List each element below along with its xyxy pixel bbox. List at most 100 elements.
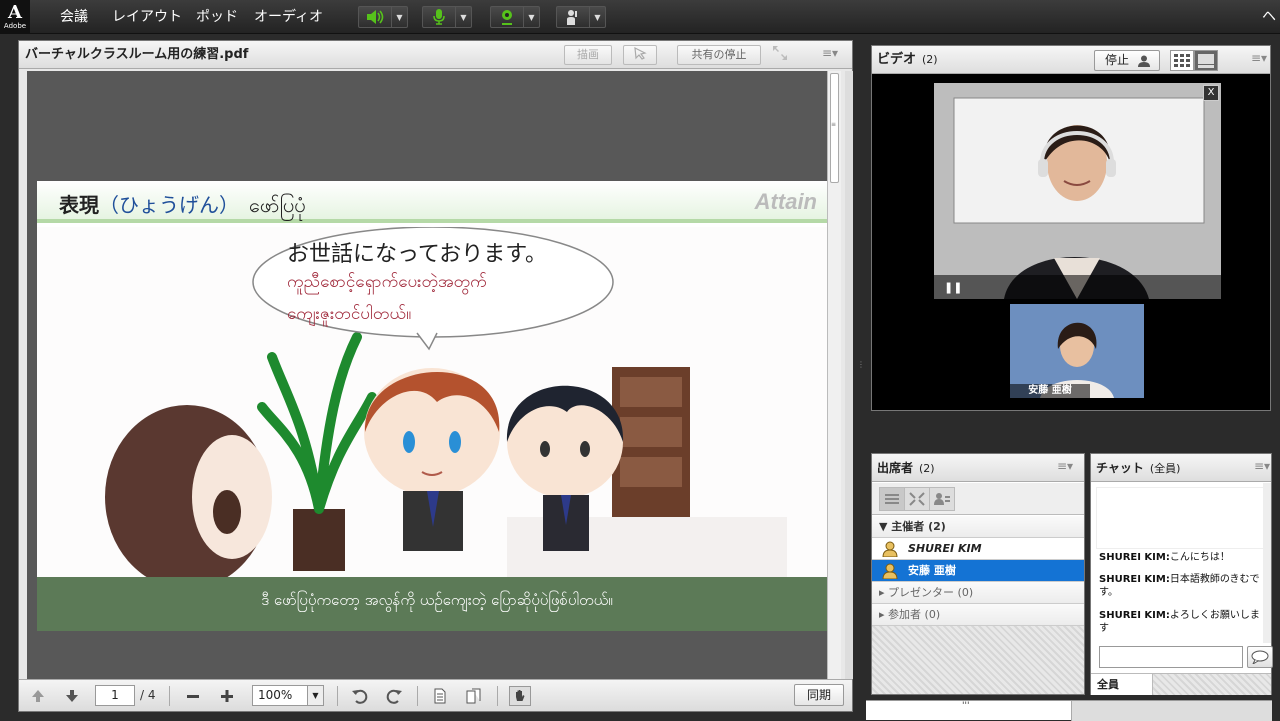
menu-audio[interactable]: オーディオ (254, 0, 323, 34)
attendee-breakout-view-icon[interactable] (905, 488, 930, 510)
next-page-button[interactable] (61, 686, 83, 706)
attendees-pod: 出席者 (2) ≡▾ ▼ 主催者 (2) SHUREI KIM 安藤 亜樹 ▸ プ… (871, 453, 1085, 695)
attendee-group-hosts[interactable]: ▼ 主催者 (2) (872, 516, 1084, 538)
main-video-feed[interactable]: X ❚❚ (934, 83, 1221, 299)
attendees-pod-title: 出席者 (2) (877, 454, 935, 483)
zoom-out-button[interactable] (182, 686, 204, 706)
attendee-row[interactable]: SHUREI KIM (872, 538, 1084, 560)
attendees-pod-menu-icon[interactable]: ≡▾ (1054, 459, 1076, 477)
document-toolbar: 1 / 4 100% ▼ 同期 (19, 679, 852, 711)
chat-send-button[interactable] (1247, 646, 1273, 668)
previous-page-button[interactable] (27, 686, 49, 706)
single-page-view-button[interactable] (429, 686, 451, 706)
filmstrip-view-button[interactable] (1194, 50, 1218, 71)
close-video-icon[interactable]: X (1203, 85, 1219, 101)
status-dropdown-icon[interactable]: ▼ (589, 7, 605, 27)
share-pod-menu-icon[interactable]: ≡▾ (819, 46, 841, 64)
redo-icon (386, 689, 402, 704)
participant-name-label: 安藤 亜樹 (1010, 384, 1090, 398)
chat-pod-menu-icon[interactable]: ≡▾ (1251, 459, 1273, 477)
attendee-group-participants[interactable]: ▸ 参加者 (0) (872, 604, 1084, 626)
menu-meeting[interactable]: 会議 (60, 0, 88, 34)
toolbar-divider (337, 686, 338, 706)
undo-button[interactable] (349, 686, 371, 706)
share-pod-header: バーチャルクラスルーム用の練習.pdf 描画 共有の停止 ≡▾ (19, 41, 852, 69)
microphone-control[interactable]: ▼ (422, 6, 472, 28)
attendee-name: SHUREI KIM (908, 542, 982, 555)
speech-bubble-icon (1251, 650, 1269, 664)
page-total-label: / 4 (140, 688, 156, 702)
attendee-status-view-icon[interactable] (930, 488, 954, 510)
chat-message: SHUREI KIM:こんにちは！ (1099, 551, 1267, 564)
chat-recipient-tab[interactable]: 全員 (1091, 673, 1153, 695)
speaker-icon[interactable] (359, 7, 391, 27)
draw-button[interactable]: 描画 (564, 45, 612, 65)
fullscreen-button[interactable] (767, 45, 793, 65)
chat-pod-header: チャット (全員) ≡▾ (1091, 454, 1271, 482)
chat-scope: (全員) (1149, 462, 1181, 475)
video-pod-menu-icon[interactable]: ≡▾ (1248, 51, 1270, 69)
pages-icon (466, 688, 481, 704)
toolbar-divider (417, 686, 418, 706)
scrollbar-grip-icon: ≡ (831, 121, 837, 128)
attendee-group-presenters[interactable]: ▸ プレゼンター (0) (872, 582, 1084, 604)
status-control[interactable]: ▼ (556, 6, 606, 28)
chat-blank-area (1096, 487, 1264, 549)
raise-hand-icon[interactable] (557, 7, 589, 27)
chat-pod: チャット (全員) ≡▾ SHUREI KIM:こんにちは！ SHUREI KIM… (1090, 453, 1273, 695)
zoom-in-button[interactable] (216, 686, 238, 706)
zoom-select[interactable]: 100% ▼ (252, 685, 324, 706)
microphone-icon[interactable] (423, 7, 455, 27)
chat-sender: SHUREI KIM: (1099, 610, 1170, 621)
attendee-group-hosts-label: 主催者 (2) (891, 520, 946, 533)
microphone-dropdown-icon[interactable]: ▼ (455, 7, 471, 27)
hand-tool-button[interactable] (509, 686, 531, 706)
speech-bubble-japanese: お世話になっております。 (287, 242, 548, 267)
chat-message: SHUREI KIM:よろしくお願いします (1099, 609, 1267, 635)
chat-title-text: チャット (1096, 461, 1144, 475)
adobe-logo-letter: A (8, 2, 22, 23)
grid-view-button[interactable] (1170, 50, 1194, 71)
video-count: (2) (922, 53, 938, 66)
arrow-down-icon (66, 690, 78, 702)
page-icon (434, 688, 446, 704)
camera-dropdown-icon[interactable]: ▼ (523, 7, 539, 27)
webcam-icon[interactable] (491, 7, 523, 27)
redo-button[interactable] (383, 686, 405, 706)
attendee-row-selected[interactable]: 安藤 亜樹 (872, 560, 1084, 582)
participant-video-thumbnail[interactable]: 安藤 亜樹 (1010, 304, 1144, 398)
menu-pods[interactable]: ポッド (196, 0, 238, 34)
pointer-icon (634, 46, 647, 60)
toolbar-divider (169, 686, 170, 706)
menu-help[interactable]: ヘルプ (1262, 0, 1280, 34)
attendee-list-view-icon[interactable] (880, 488, 905, 510)
resize-grip-icon[interactable]: ''' (962, 701, 969, 711)
camera-control[interactable]: ▼ (490, 6, 540, 28)
stop-sharing-button[interactable]: 共有の停止 (677, 45, 761, 65)
adobe-logo-text: Adobe (3, 22, 27, 30)
pointer-button[interactable] (623, 45, 657, 65)
column-splitter-handle[interactable]: ⋮ (857, 360, 865, 390)
scrollbar-thumb[interactable] (830, 73, 839, 183)
stop-video-button[interactable]: 停止 (1094, 50, 1160, 71)
user-icon (1138, 55, 1150, 67)
attendees-view-toggle (879, 487, 955, 511)
zoom-dropdown-icon[interactable]: ▼ (307, 686, 323, 705)
sync-button[interactable]: 同期 (794, 684, 844, 706)
zoom-value: 100% (258, 688, 293, 702)
page-number-input[interactable]: 1 (95, 685, 135, 706)
undo-icon (352, 689, 368, 704)
menu-layouts[interactable]: レイアウト (112, 0, 182, 34)
filmstrip-view-icon (1198, 54, 1214, 68)
speaker-dropdown-icon[interactable]: ▼ (391, 7, 407, 27)
multi-page-view-button[interactable] (463, 686, 485, 706)
speaker-control[interactable]: ▼ (358, 6, 408, 28)
chat-message-input[interactable] (1099, 646, 1243, 668)
chat-scrollbar[interactable] (1263, 483, 1271, 643)
attendees-view-toolbar (872, 483, 1084, 515)
host-user-icon (882, 563, 898, 579)
speech-bubble-myanmar-line2: ကျေးဇူးတင်ပါတယ်။ (287, 304, 412, 324)
hand-icon (516, 690, 525, 701)
document-vertical-scrollbar[interactable]: ≡ (827, 71, 841, 679)
pause-icon[interactable]: ❚❚ (944, 281, 962, 294)
